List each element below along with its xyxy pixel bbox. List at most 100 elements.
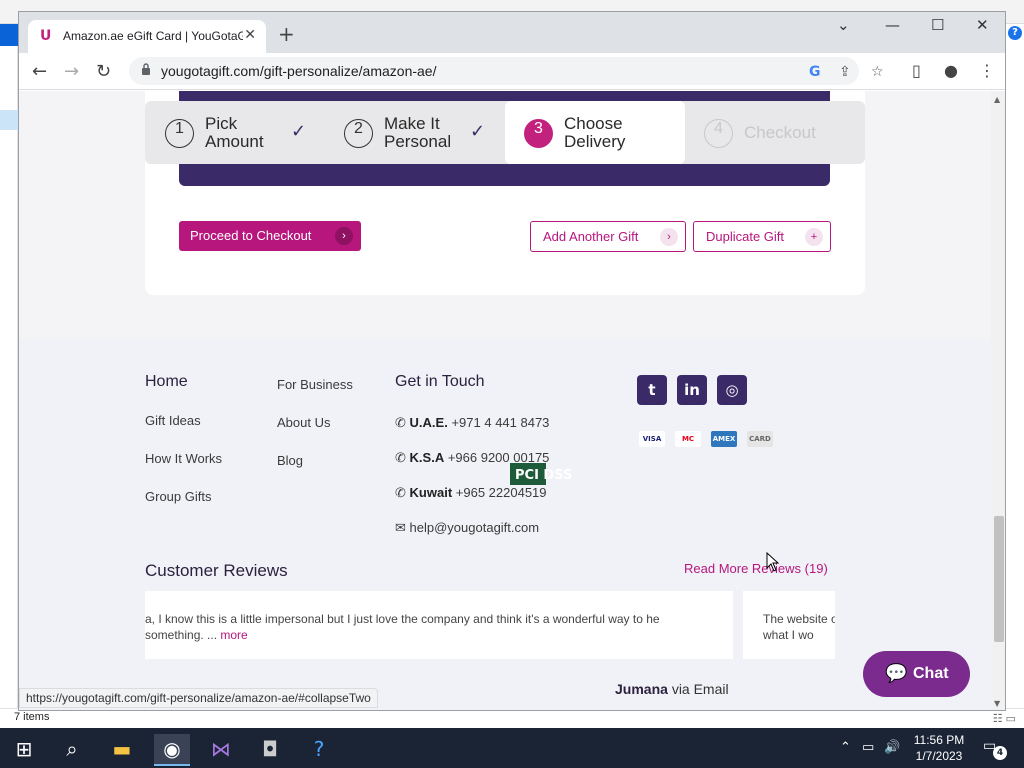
get-in-touch-heading: Get in Touch [395, 373, 485, 390]
reload-icon[interactable]: ↻ [96, 61, 111, 82]
step-label: Make It Personal [384, 114, 452, 151]
scroll-up-icon[interactable]: ▲ [994, 95, 1000, 104]
phone-icon: ✆ [395, 485, 406, 500]
step-pick-amount[interactable]: 1 Pick Amount ✓ [165, 101, 335, 164]
side-panel-icon[interactable]: ▯ [912, 61, 921, 80]
new-tab-icon[interactable]: + [278, 22, 295, 46]
duplicate-gift-button[interactable]: Duplicate Gift + [693, 221, 831, 252]
contact-uae[interactable]: ✆ U.A.E. +971 4 441 8473 [395, 415, 549, 431]
add-another-gift-button[interactable]: Add Another Gift › [530, 221, 686, 252]
tab-search-icon[interactable]: ⌄ [837, 16, 850, 34]
share-icon[interactable]: ⇪ [839, 64, 851, 80]
close-tab-icon[interactable]: ✕ [244, 27, 256, 43]
step-label: Pick Amount [205, 114, 264, 151]
bookmark-star-icon[interactable]: ☆ [871, 64, 884, 80]
explorer-selected-item[interactable] [0, 110, 18, 130]
reviews-carousel[interactable]: a, I know this is a little impersonal bu… [145, 591, 835, 659]
lock-icon [142, 63, 150, 75]
show-hidden-icons-icon[interactable]: ⌃ [840, 740, 851, 755]
mastercard-icon: MC [675, 431, 701, 447]
svg-text:PCI DSS: PCI DSS [515, 468, 572, 483]
visual-studio-icon[interactable]: ⋈ [203, 734, 239, 766]
profile-icon[interactable]: ● [944, 61, 958, 80]
network-icon[interactable]: ▭ [862, 740, 874, 755]
reviewer: Jumana via Email [615, 681, 729, 697]
footer-link[interactable]: Group Gifts [145, 489, 211, 504]
search-icon[interactable]: ⌕ [54, 734, 90, 766]
proceed-to-checkout-button[interactable]: Proceed to Checkout › [179, 221, 361, 251]
amex-icon: AMEX [711, 431, 737, 447]
page-scrollbar[interactable]: ▲ ▼ [991, 91, 1005, 710]
page-viewport: 1 Pick Amount ✓ 2 Make It Personal ✓ 3 Cho… [19, 91, 991, 710]
step-make-it-personal[interactable]: 2 Make It Personal ✓ [344, 101, 504, 164]
chrome-icon[interactable]: ◉ [154, 734, 190, 766]
read-more-reviews-link[interactable]: Read More Reviews (19) [684, 561, 828, 576]
step-number: 2 [344, 119, 373, 148]
forward-icon[interactable]: → [64, 61, 79, 82]
step-number: 3 [524, 119, 553, 148]
volume-icon[interactable]: 🔊 [884, 740, 900, 755]
customer-reviews-heading: Customer Reviews [145, 561, 288, 580]
back-icon[interactable]: ← [32, 61, 47, 82]
visa-icon: VISA [639, 431, 665, 447]
link-status-bar: https://yougotagift.com/gift-personalize… [19, 688, 378, 708]
footer-link[interactable]: For Business [277, 377, 353, 392]
browser-toolbar: ← → ↻ yougotagift.com/gift-personalize/a… [19, 53, 1005, 90]
close-window-icon[interactable]: ✕ [976, 16, 989, 34]
scroll-thumb[interactable] [994, 516, 1004, 642]
pci-dss-logo-icon: PCI DSS [510, 463, 572, 485]
tab-strip: U Amazon.ae eGift Card | YouGotaGift ✕ +… [19, 12, 1005, 53]
maximize-icon[interactable]: ☐ [931, 16, 944, 34]
help-app-icon[interactable]: ? [301, 734, 337, 766]
footer-link[interactable]: How It Works [145, 451, 222, 466]
system-clock[interactable]: 11:56 PM 1/7/2023 [903, 732, 975, 764]
address-bar[interactable]: yougotagift.com/gift-personalize/amazon-… [129, 57, 884, 85]
step-number: 1 [165, 119, 194, 148]
linkedin-icon[interactable]: in [677, 375, 707, 405]
chat-button[interactable]: 💬 Chat [863, 651, 970, 697]
footer-link[interactable]: About Us [277, 415, 330, 430]
step-choose-delivery[interactable]: 3 Choose Delivery [505, 101, 685, 164]
review-text: a, I know this is a little impersonal bu… [145, 612, 660, 642]
checkmark-icon: ✓ [470, 121, 486, 142]
chevron-right-icon: › [660, 228, 678, 246]
step-label: Checkout [744, 123, 816, 142]
file-explorer-icon[interactable]: ▬ [104, 734, 140, 766]
windows-taskbar: ⊞ ⌕ ▬ ◉ ⋈ ◘ ? ⌃ ▭ 🔊 11:56 PM 1/7/2023 ▭ … [0, 728, 1024, 768]
browser-tab[interactable]: U Amazon.ae eGift Card | YouGotaGift ✕ [28, 20, 266, 53]
explorer-nav-pane [0, 24, 18, 712]
explorer-ribbon-tab[interactable] [0, 24, 18, 46]
minimize-icon[interactable]: — [885, 16, 900, 34]
step-checkout: 4 Checkout [704, 101, 844, 164]
step-label: Choose Delivery [564, 114, 626, 151]
explorer-right-edge: ? [1006, 24, 1024, 712]
help-icon[interactable]: ? [1008, 26, 1022, 40]
start-windows-icon[interactable]: ⊞ [6, 734, 42, 766]
yougotagift-favicon-icon: U [40, 28, 52, 44]
view-toggle-icon[interactable]: ☷ ▭ [993, 712, 1016, 725]
explorer-status-bar: 7 items ☷ ▭ [0, 708, 1024, 728]
notifications-icon[interactable]: ▭ 4 [983, 738, 1007, 760]
plus-icon: + [805, 228, 823, 246]
review-more-link[interactable]: more [220, 628, 247, 642]
google-translate-icon[interactable]: G [809, 64, 821, 80]
tab-title: Amazon.ae eGift Card | YouGotaGift [63, 29, 243, 43]
phone-icon: ✆ [395, 450, 406, 465]
instagram-icon[interactable]: ◎ [717, 375, 747, 405]
footer-link[interactable]: Blog [277, 453, 303, 468]
browser-window: U Amazon.ae eGift Card | YouGotaGift ✕ +… [18, 11, 1006, 711]
checkmark-icon: ✓ [291, 121, 307, 142]
chevron-right-icon: › [335, 227, 353, 245]
twitter-icon[interactable]: t [637, 375, 667, 405]
personalize-card: 1 Pick Amount ✓ 2 Make It Personal ✓ 3 Cho… [145, 91, 865, 295]
scroll-down-icon[interactable]: ▼ [994, 699, 1000, 708]
camera-app-icon[interactable]: ◘ [252, 734, 288, 766]
footer-link[interactable]: Gift Ideas [145, 413, 201, 428]
footer-home-link[interactable]: Home [145, 373, 188, 391]
card-icon: CARD [747, 431, 773, 447]
contact-email[interactable]: ✉ help@yougotagift.com [395, 520, 539, 536]
menu-icon[interactable]: ⋮ [979, 61, 995, 80]
step-number: 4 [704, 119, 733, 148]
mail-icon: ✉ [395, 520, 406, 535]
progress-steps: 1 Pick Amount ✓ 2 Make It Personal ✓ 3 Cho… [145, 101, 865, 164]
